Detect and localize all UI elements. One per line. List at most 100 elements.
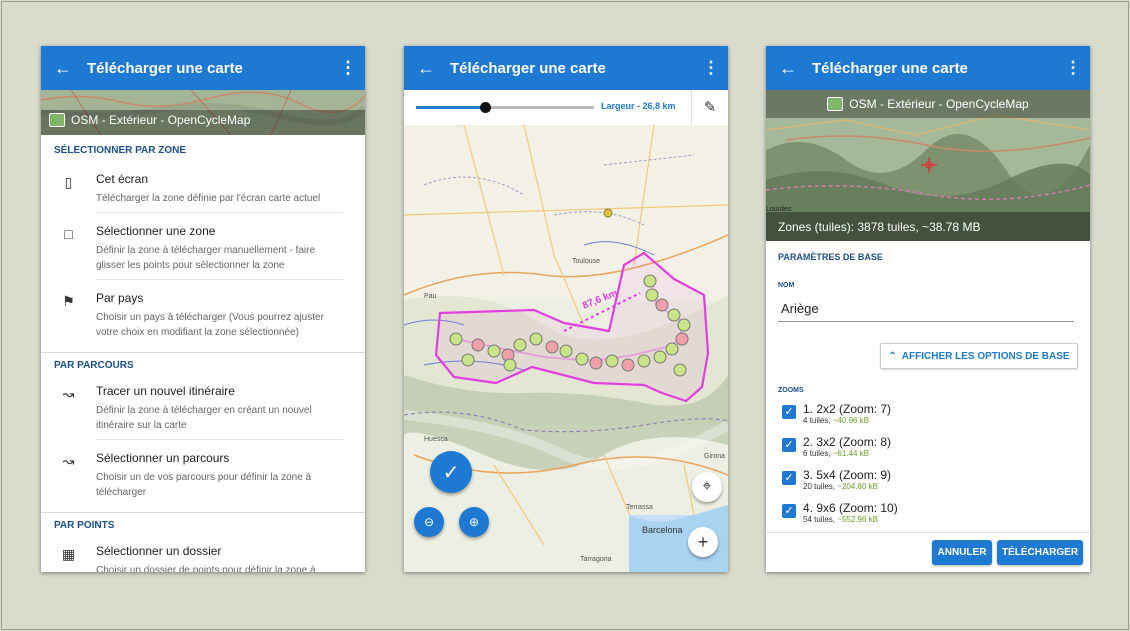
option-title: Par pays (96, 291, 144, 305)
map-layer-icon (49, 113, 65, 127)
plus-icon: + (697, 531, 709, 552)
option-title: Tracer un nouvel itinéraire (96, 384, 235, 398)
app-bar: ← Télécharger une carte ⋮ (41, 46, 365, 90)
edit-pencil-icon[interactable]: ✎ (691, 90, 728, 125)
download-button[interactable]: TÉLÉCHARGER (997, 540, 1083, 565)
section-title-points: PAR POINTS (54, 520, 115, 531)
width-slider-thumb[interactable] (480, 102, 492, 113)
route-plot-icon: ↝ (62, 386, 75, 402)
map-layer-icon (827, 97, 844, 111)
remove-point-icon: ⊖ (423, 515, 435, 529)
name-field-label: NOM (778, 282, 795, 289)
zoom-tiles: 20 tuiles, (803, 482, 836, 491)
add-point-icon: ⊕ (468, 515, 480, 529)
route-map[interactable]: 87,6 km Toulouse Pau Huesca Girona Terra… (404, 125, 728, 572)
zoom-tiles: 54 tuiles, (803, 515, 836, 524)
map-name-row[interactable]: OSM - Extérieur - OpenCycleMap (766, 97, 1090, 111)
map-place-label: Terrassa (626, 504, 653, 511)
route-map-canvas: 87,6 km Toulouse Pau Huesca Girona Terra… (404, 125, 728, 572)
option-select-folder[interactable]: ▦ Sélectionner un dossier Choisir un doss… (41, 539, 365, 572)
zoom-size: 6 tuiles, ~61.44 kB (803, 449, 891, 458)
zoom-bytes: ~552.96 kB (837, 515, 878, 524)
map-preview-terrain: Lourdes (766, 90, 1090, 241)
option-desc: Télécharger la zone définie par l'écran … (96, 193, 321, 204)
folder-points-icon: ▦ (61, 546, 76, 562)
map-name-row[interactable]: OSM - Extérieur - OpenCycleMap (41, 113, 365, 127)
width-toolbar: Largeur - 26,8 km ✎ (404, 90, 728, 125)
app-title: Télécharger une carte (450, 59, 606, 77)
zoom-title: 4. 9x6 (Zoom: 10) (803, 501, 898, 515)
chevron-up-icon: ⌃ (888, 350, 897, 362)
checkbox-checked-icon[interactable]: ✓ (782, 438, 796, 452)
show-base-options-button[interactable]: ⌃ AFFICHER LES OPTIONS DE BASE (880, 343, 1078, 369)
back-arrow-icon[interactable]: ← (766, 58, 810, 79)
checkbox-checked-icon[interactable]: ✓ (782, 471, 796, 485)
remove-point-button[interactable]: ⊖ (414, 507, 444, 537)
zoom-size: 54 tuiles, ~552.96 kB (803, 515, 898, 524)
option-desc: Définir la zone à télécharger en créant … (96, 405, 312, 431)
option-desc: Choisir un pays à télécharger (Vous pour… (96, 312, 324, 338)
more-options-icon[interactable]: ⋮ (1056, 58, 1090, 78)
select-area-icon: □ (64, 226, 73, 242)
option-plot-route[interactable]: ↝ Tracer un nouvel itinéraire Définir la … (41, 379, 365, 446)
zooms-label: ZOOMS (778, 387, 804, 394)
app-bar: ← Télécharger une carte ⋮ (404, 46, 728, 90)
option-select-track[interactable]: ↝ Sélectionner un parcours Choisir un de … (41, 446, 365, 512)
option-title: Cet écran (96, 172, 149, 186)
map-place-label: Tarragona (580, 556, 612, 563)
name-field[interactable]: Ariège (778, 297, 1074, 322)
map-preview: OSM - Extérieur - OpenCycleMap (41, 90, 365, 135)
back-arrow-icon[interactable]: ← (404, 58, 448, 79)
map-preview: Lourdes OSM - Extérieur - OpenCycleMap Z… (766, 90, 1090, 241)
zoom-row-3[interactable]: ✓ 3. 5x4 (Zoom: 9) 20 tuiles, ~204.80 kB (782, 468, 1090, 491)
app-title: Télécharger une carte (87, 59, 243, 77)
bottom-action-bar: ANNULER TÉLÉCHARGER (766, 532, 1090, 572)
option-desc: Définir la zone à télécharger manuelleme… (96, 245, 315, 271)
map-place-label: Barcelona (642, 525, 683, 535)
crosshair-icon: ⌖ (702, 478, 712, 495)
show-base-options-label: AFFICHER LES OPTIONS DE BASE (901, 350, 1070, 362)
zoom-bytes: ~40.96 kB (832, 416, 870, 425)
zoom-size: 4 tuiles, ~40.96 kB (803, 416, 891, 425)
section-title-zone: SÉLECTIONNER PAR ZONE (54, 145, 187, 156)
more-options-icon[interactable]: ⋮ (694, 58, 728, 78)
option-this-screen[interactable]: ▯ Cet écran Télécharger la zone définie p… (41, 167, 365, 219)
option-by-country[interactable]: ⚑ Par pays Choisir un pays à télécharger … (41, 286, 365, 352)
map-place-label: Toulouse (572, 258, 600, 265)
cancel-button[interactable]: ANNULER (932, 540, 992, 565)
zoom-title: 2. 3x2 (Zoom: 8) (803, 435, 892, 449)
confirm-button[interactable]: ✓ (430, 451, 472, 493)
my-location-button[interactable]: ⌖ (692, 472, 722, 502)
zoom-in-button[interactable]: + (688, 527, 718, 557)
add-point-button[interactable]: ⊕ (459, 507, 489, 537)
phone-screen-3: ← Télécharger une carte ⋮ Lourdes OSM - … (766, 46, 1090, 572)
width-slider[interactable] (416, 102, 594, 113)
width-slider-fill (416, 106, 486, 109)
zoom-tiles: 6 tuiles, (803, 449, 831, 458)
track-select-icon: ↝ (62, 453, 75, 469)
zoom-bytes: ~204.80 kB (837, 482, 878, 491)
zoom-row-1[interactable]: ✓ 1. 2x2 (Zoom: 7) 4 tuiles, ~40.96 kB (782, 402, 1090, 425)
back-arrow-icon[interactable]: ← (41, 58, 85, 79)
checkbox-checked-icon[interactable]: ✓ (782, 405, 796, 419)
more-options-icon[interactable]: ⋮ (331, 58, 365, 78)
app-title: Télécharger une carte (812, 59, 968, 77)
map-place-label: Pau (424, 293, 437, 300)
phone-screen-1: ← Télécharger une carte ⋮ OSM - Extérieu… (41, 46, 365, 572)
map-place-label: Girona (704, 453, 725, 460)
width-label: Largeur - 26,8 km (601, 101, 676, 111)
map-place-label: Lourdes (766, 206, 792, 213)
screen-download-icon: ▯ (64, 174, 73, 190)
map-name: OSM - Extérieur - OpenCycleMap (849, 97, 1029, 111)
section-title-route: PAR PARCOURS (54, 360, 134, 371)
option-select-zone[interactable]: □ Sélectionner une zone Définir la zone à… (41, 219, 365, 286)
zones-summary: Zones (tuiles): 3878 tuiles, ~38.78 MB (778, 220, 981, 234)
zoom-row-4[interactable]: ✓ 4. 9x6 (Zoom: 10) 54 tuiles, ~552.96 kB (782, 501, 1090, 524)
option-title: Sélectionner un parcours (96, 451, 230, 465)
flag-icon: ⚑ (62, 293, 75, 309)
zoom-title: 3. 5x4 (Zoom: 9) (803, 468, 892, 482)
section-title-base: PARAMÈTRES DE BASE (778, 252, 883, 262)
zoom-row-2[interactable]: ✓ 2. 3x2 (Zoom: 8) 6 tuiles, ~61.44 kB (782, 435, 1090, 458)
checkbox-checked-icon[interactable]: ✓ (782, 504, 796, 518)
zoom-tiles: 4 tuiles, (803, 416, 831, 425)
